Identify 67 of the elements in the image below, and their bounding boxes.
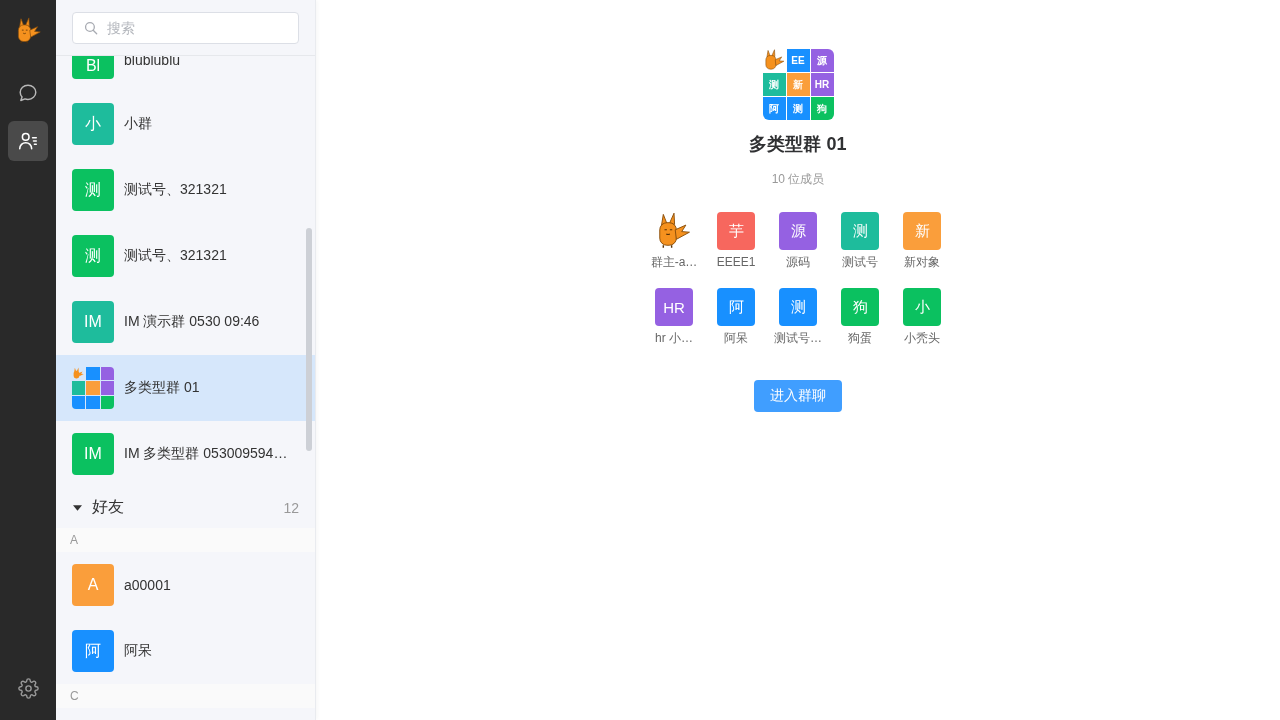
member-name: 源码 (786, 254, 810, 270)
member-name: 群主-a… (650, 254, 698, 270)
search-icon (84, 21, 98, 35)
avatar-tile: EE (786, 49, 810, 72)
member-avatar: 新 (903, 212, 941, 250)
member-name: 狗蛋 (848, 330, 872, 346)
conversation-item[interactable]: 测 测试号、321321 (56, 157, 315, 223)
avatar-tile: 源 (810, 49, 834, 72)
conversation-name: 测试号、321321 (124, 247, 227, 265)
avatar-tile: 阿 (762, 97, 786, 120)
avatar: Bl (72, 56, 114, 79)
contact-item[interactable]: A a00001 (56, 552, 315, 618)
contact-name: 阿呆 (124, 642, 152, 660)
avatar-tile: 狗 (810, 97, 834, 120)
avatar-tile: HR (810, 73, 834, 96)
friends-section-header[interactable]: 好友 12 (56, 487, 315, 528)
member-avatar: HR (655, 288, 693, 326)
contact-name: a00001 (124, 577, 171, 593)
member-count: 10 位成员 (771, 171, 825, 188)
member-avatar: 测 (841, 212, 879, 250)
avatar: 小 (72, 103, 114, 145)
member-name: EEEE1 (716, 254, 756, 270)
conversation-name: 多类型群 01 (124, 379, 200, 397)
avatar: IM (72, 433, 114, 475)
mascot-icon (72, 367, 85, 380)
conversation-item[interactable]: 测 测试号、321321 (56, 223, 315, 289)
avatar-tile: 新 (786, 73, 810, 96)
contact-item[interactable]: 阿 阿呆 (56, 618, 315, 684)
letter-header: A (56, 528, 315, 552)
contacts-nav-button[interactable] (8, 121, 48, 161)
settings-icon (17, 677, 39, 699)
avatar: 测 (72, 235, 114, 277)
member-name: 阿呆 (724, 330, 748, 346)
mascot-icon (762, 49, 786, 72)
conversation-name: IM 演示群 0530 09:46 (124, 313, 260, 331)
member-name: 测试号 (842, 254, 878, 270)
group-name: 多类型群 01 (749, 133, 847, 156)
search-field[interactable]: 搜索 (72, 12, 299, 44)
member-avatar: 芋 (717, 212, 755, 250)
contacts-icon (17, 130, 39, 152)
friend-count: 12 (283, 499, 299, 516)
member-avatar: 源 (779, 212, 817, 250)
avatar: IM (72, 301, 114, 343)
member-name: 新对象 (904, 254, 940, 270)
member-name: 小秃头 (904, 330, 940, 346)
avatar: 阿 (72, 630, 114, 672)
avatar-tile: 测 (762, 73, 786, 96)
avatar: A (72, 564, 114, 606)
member-avatar: 小 (903, 288, 941, 326)
conversation-item[interactable]: IM IM 演示群 0530 09:46 (56, 289, 315, 355)
conversation-item[interactable]: IM IM 多类型群 053009594… (56, 421, 315, 487)
avatar: 测 (72, 169, 114, 211)
member-avatar: 狗 (841, 288, 879, 326)
conversation-name: 测试号、321321 (124, 181, 227, 199)
member-avatar: 阿 (717, 288, 755, 326)
section-title: 好友 (92, 497, 124, 517)
member-avatar: 测 (779, 288, 817, 326)
conversation-name: IM 多类型群 053009594… (124, 445, 288, 463)
scrollbar-thumb[interactable] (306, 228, 312, 451)
conversation-item[interactable]: 多类型群 01 (56, 355, 315, 421)
member-name: 测试号… (774, 330, 822, 346)
letter-header: C (56, 684, 315, 708)
conversation-item[interactable]: 小 小群 (56, 91, 315, 157)
conversation-name: 小群 (124, 115, 152, 133)
member-name: hr 小… (655, 330, 693, 346)
chat-bubble-icon (17, 82, 39, 104)
avatar-tile: 测 (786, 97, 810, 120)
